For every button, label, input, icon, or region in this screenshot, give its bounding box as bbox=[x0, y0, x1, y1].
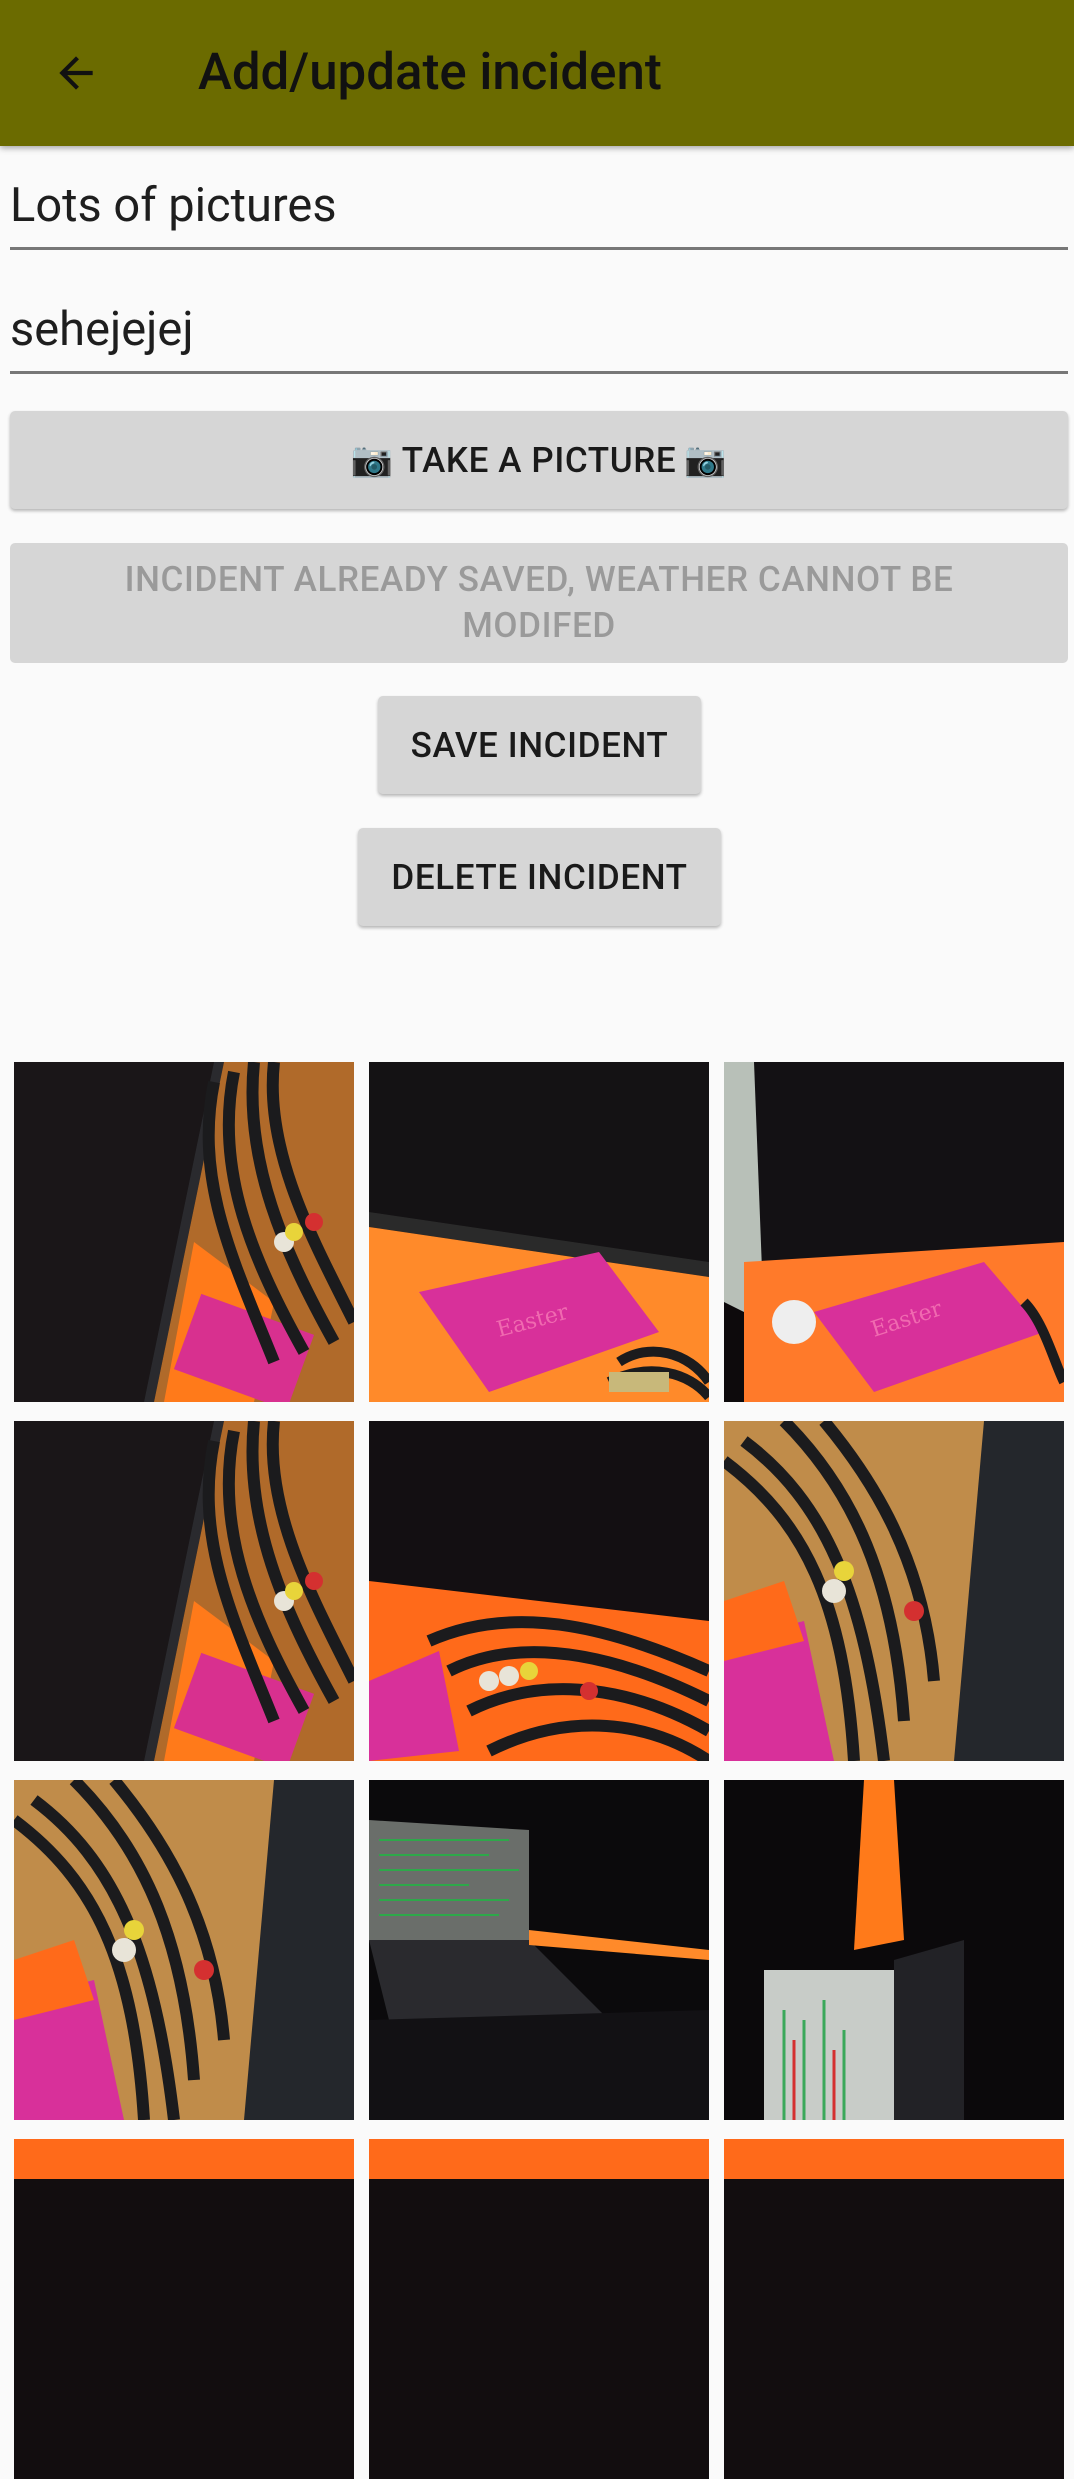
incident-title-field[interactable] bbox=[10, 178, 1068, 250]
weather-button: INCIDENT ALREADY SAVED, WEATHER CANNOT B… bbox=[10, 543, 1068, 663]
take-picture-label: TAKE A PICTURE bbox=[401, 439, 677, 481]
photo-thumbnail bbox=[724, 1421, 1064, 1761]
photo-2[interactable]: Easter bbox=[369, 1062, 709, 1402]
photo-5[interactable] bbox=[369, 1421, 709, 1761]
camera-icon: 📷 bbox=[350, 440, 394, 480]
save-incident-button[interactable]: SAVE INCIDENT bbox=[378, 696, 701, 794]
photo-9[interactable] bbox=[724, 1780, 1064, 2120]
photo-10[interactable] bbox=[14, 2139, 354, 2479]
photo-6[interactable] bbox=[724, 1421, 1064, 1761]
back-arrow-icon[interactable] bbox=[36, 33, 116, 113]
photo-thumbnail bbox=[14, 1421, 354, 1761]
incident-description-field[interactable] bbox=[10, 302, 1068, 374]
camera-icon: 📷 bbox=[684, 440, 728, 480]
take-picture-button[interactable]: 📷 TAKE A PICTURE 📷 bbox=[10, 411, 1068, 509]
delete-incident-button[interactable]: DELETE INCIDENT bbox=[358, 828, 721, 926]
photo-thumbnail bbox=[14, 1780, 354, 2120]
photo-thumbnail bbox=[724, 2139, 1064, 2479]
photo-12[interactable] bbox=[724, 2139, 1064, 2479]
photo-thumbnail bbox=[724, 1780, 1064, 2120]
weather-button-label: INCIDENT ALREADY SAVED, WEATHER CANNOT B… bbox=[124, 559, 954, 646]
photo-thumbnail: Easter bbox=[724, 1062, 1064, 1402]
photo-thumbnail bbox=[369, 2139, 709, 2479]
photo-1[interactable] bbox=[14, 1062, 354, 1402]
photo-4[interactable] bbox=[14, 1421, 354, 1761]
photo-thumbnail bbox=[14, 1062, 354, 1402]
page-title: Add/update incident bbox=[198, 43, 662, 102]
photo-7[interactable] bbox=[14, 1780, 354, 2120]
app-bar: Add/update incident bbox=[0, 0, 1074, 146]
save-incident-label: SAVE INCIDENT bbox=[410, 724, 669, 766]
photo-thumbnail bbox=[369, 1780, 709, 2120]
delete-incident-label: DELETE INCIDENT bbox=[391, 856, 688, 898]
photo-11[interactable] bbox=[369, 2139, 709, 2479]
photo-thumbnail bbox=[14, 2139, 354, 2479]
incident-description-input[interactable] bbox=[10, 302, 1068, 357]
incident-title-input[interactable] bbox=[10, 178, 1068, 233]
photo-thumbnail bbox=[369, 1421, 709, 1761]
photo-3[interactable]: Easter bbox=[724, 1062, 1064, 1402]
photo-thumbnail: Easter bbox=[369, 1062, 709, 1402]
photo-8[interactable] bbox=[369, 1780, 709, 2120]
